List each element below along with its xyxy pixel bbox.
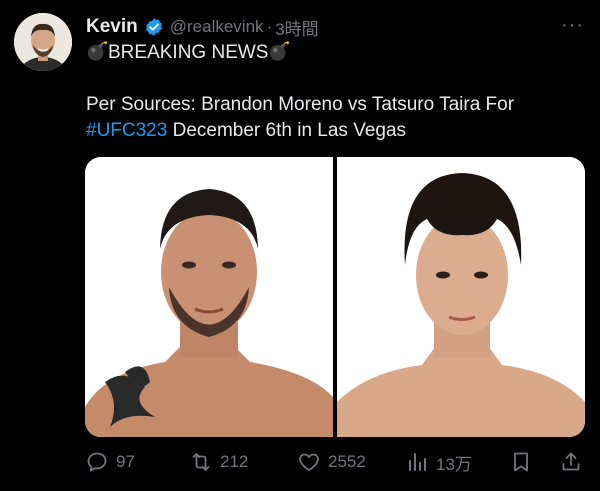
more-options-icon[interactable]: ··· [561,14,584,37]
repost-button[interactable]: 212 [189,450,248,474]
hashtag-link[interactable]: #UFC323 [86,120,167,141]
reply-count: 97 [116,452,135,471]
tweet-action-bar: 97 212 2552 13万 [85,448,587,476]
share-icon [562,452,580,471]
tweet-header: Kevin @realkevink · 3時間 ··· [86,14,586,40]
headline-line: BREAKING NEWS [86,40,586,66]
tweet-text: BREAKING NEWS Per Sources: Brandon Moren… [86,40,586,144]
tweet-media[interactable] [85,157,585,437]
bomb-icon [268,40,290,62]
author-handle[interactable]: @realkevink [170,17,264,37]
share-button[interactable] [559,450,590,474]
fighter-photo-right[interactable] [337,157,585,437]
analytics-icon [409,453,426,471]
views-button[interactable]: 13万 [405,450,472,475]
bomb-icon [86,40,108,62]
repost-icon [192,453,210,471]
body-line-1: Per Sources: Brandon Moreno vs Tatsuro T… [86,94,515,115]
body-line-2: #UFC323 December 6th in Las Vegas [86,118,586,144]
author-name[interactable]: Kevin [86,16,138,38]
like-button[interactable]: 2552 [297,450,366,474]
tweet-time[interactable]: 3時間 [275,15,318,40]
reply-button[interactable]: 97 [85,450,135,474]
verified-badge-icon [144,17,164,37]
fighter-photo-left[interactable] [85,157,333,437]
body-suffix: December 6th in Las Vegas [172,120,407,141]
view-count: 13万 [436,454,472,474]
repost-count: 212 [220,452,249,471]
bookmark-icon [514,452,528,472]
bookmark-button[interactable] [509,450,540,474]
headline-text: BREAKING NEWS [108,42,269,63]
heart-icon [299,453,319,471]
separator-dot: · [266,17,273,36]
author-avatar[interactable] [14,13,72,71]
reply-icon [87,452,107,472]
like-count: 2552 [328,452,366,471]
